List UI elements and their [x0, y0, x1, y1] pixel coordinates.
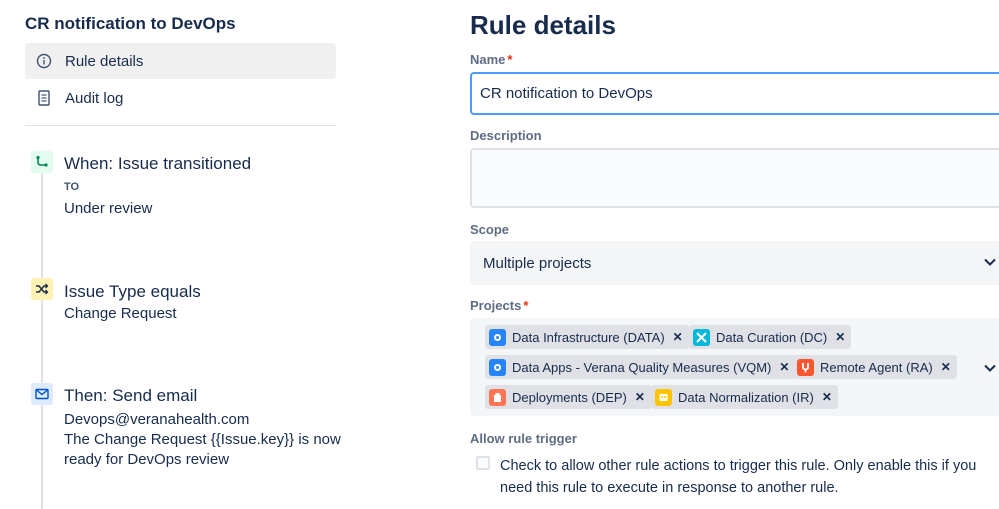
allow-trigger-checkbox[interactable]	[476, 456, 490, 470]
shuffle-icon	[31, 278, 53, 300]
document-icon	[35, 89, 53, 107]
rule-title: CR notification to DevOps	[25, 14, 236, 33]
action-title[interactable]: Then: Send email	[64, 386, 197, 406]
condition-value: Change Request	[64, 305, 177, 322]
nav-rule-details-label: Rule details	[65, 52, 144, 70]
project-chip: Deployments (DEP) ✕	[485, 385, 651, 409]
page-title: Rule details	[470, 10, 616, 40]
remove-chip-icon[interactable]: ✕	[635, 390, 645, 404]
action-email: Devops@veranahealth.com	[64, 411, 250, 428]
nav-audit-log-label: Audit log	[65, 89, 124, 107]
scope-label: Scope	[470, 222, 510, 237]
project-chip: Remote Agent (RA) ✕	[793, 355, 957, 379]
action-text-line-1: The Change Request {{Issue.key}} is now	[64, 431, 341, 448]
project-avatar-icon	[489, 388, 506, 406]
allow-trigger-label: Allow rule trigger	[470, 431, 577, 446]
timeline-line	[41, 172, 43, 509]
project-avatar-icon	[489, 358, 506, 376]
name-input[interactable]: CR notification to DevOps	[470, 72, 999, 115]
project-chip: Data Curation (DC) ✕	[689, 325, 852, 349]
nav-rule-details[interactable]: Rule details	[25, 43, 336, 79]
condition-title[interactable]: Issue Type equals	[64, 282, 201, 302]
trigger-title[interactable]: When: Issue transitioned	[64, 154, 251, 174]
required-marker: *	[523, 298, 529, 313]
chevron-down-icon[interactable]	[983, 255, 997, 269]
trigger-sub-label: TO	[64, 181, 80, 193]
info-icon	[35, 52, 53, 70]
trigger-value: Under review	[64, 200, 153, 217]
project-avatar-icon	[797, 358, 814, 376]
allow-trigger-description: Check to allow other rule actions to tri…	[500, 458, 977, 496]
scope-value: Multiple projects	[483, 254, 592, 272]
chevron-down-icon[interactable]	[983, 361, 997, 375]
project-avatar-icon	[655, 388, 672, 406]
description-input[interactable]	[470, 148, 999, 208]
email-icon	[31, 383, 53, 405]
scope-select[interactable]: Multiple projects	[470, 241, 999, 285]
remove-chip-icon[interactable]: ✕	[835, 330, 845, 344]
name-label: Name *	[470, 52, 513, 67]
remove-chip-icon[interactable]: ✕	[673, 330, 683, 344]
transition-icon	[31, 151, 53, 173]
projects-label: Projects *	[470, 298, 529, 313]
remove-chip-icon[interactable]: ✕	[941, 360, 951, 374]
description-label: Description	[470, 128, 542, 143]
project-chip: Data Apps - Verana Quality Measures (VQM…	[485, 355, 796, 379]
rule-sidebar: CR notification to DevOps Rule details A…	[0, 0, 345, 509]
project-avatar-icon	[489, 328, 506, 346]
project-chip: Data Normalization (IR) ✕	[651, 385, 838, 409]
sidebar-divider	[25, 125, 336, 126]
project-chip: Data Infrastructure (DATA) ✕	[485, 325, 689, 349]
remove-chip-icon[interactable]: ✕	[822, 390, 832, 404]
action-text-line-2: ready for DevOps review	[64, 451, 230, 468]
remove-chip-icon[interactable]: ✕	[779, 360, 789, 374]
nav-audit-log[interactable]: Audit log	[25, 80, 336, 116]
project-avatar-icon	[693, 328, 710, 346]
required-marker: *	[507, 52, 513, 67]
